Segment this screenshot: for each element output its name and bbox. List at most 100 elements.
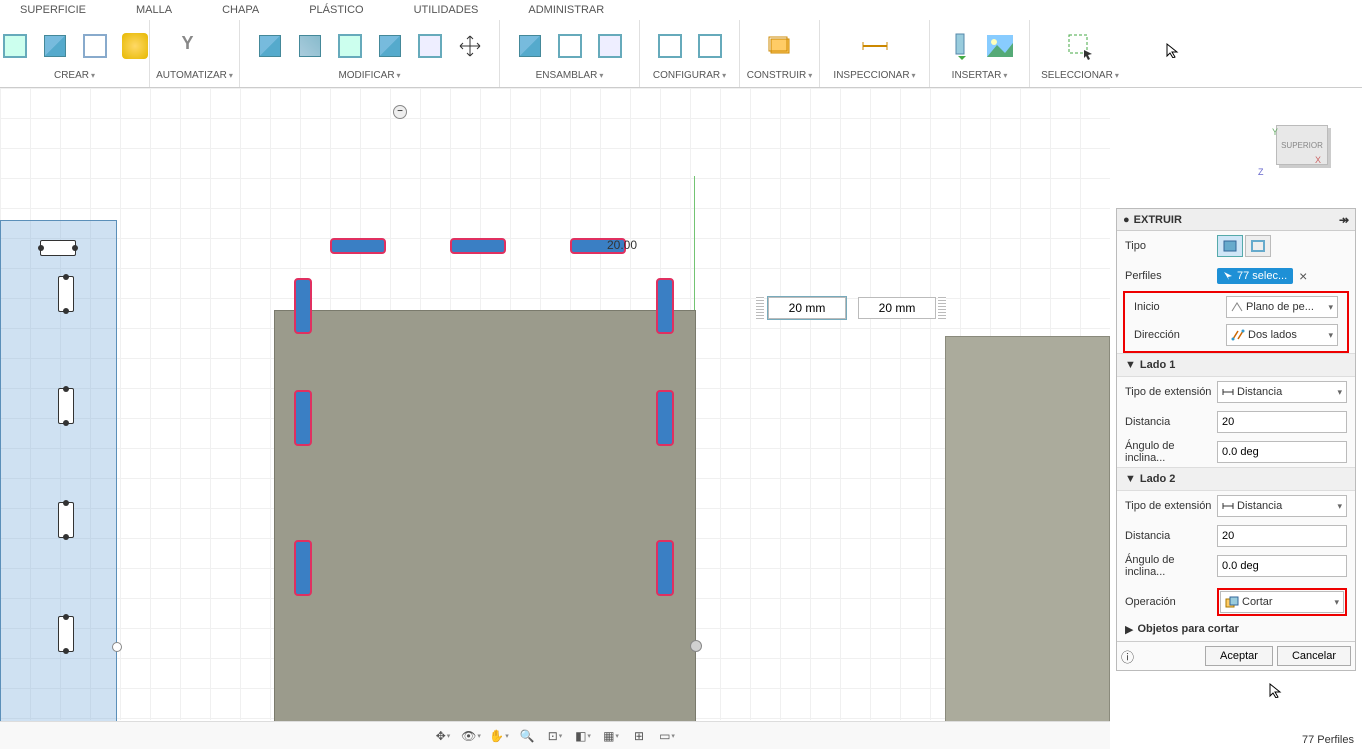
nav-zoom-icon[interactable]: 🔍 bbox=[514, 725, 540, 747]
automate-icon[interactable] bbox=[177, 28, 213, 64]
distance-2-input[interactable] bbox=[1217, 525, 1347, 547]
cursor-icon bbox=[1268, 682, 1284, 698]
config-icon[interactable] bbox=[652, 28, 688, 64]
extrude-panel: ● EXTRUIR ↠ Tipo Perfiles 77 selec... × … bbox=[1116, 208, 1356, 671]
view-cube[interactable]: Y X Z SUPERIOR bbox=[1272, 125, 1332, 177]
section-lado1[interactable]: ▼Lado 1 bbox=[1117, 353, 1355, 377]
group-crear[interactable]: CREAR bbox=[54, 70, 95, 81]
group-construir[interactable]: CONSTRUIR bbox=[747, 70, 812, 81]
shell-icon[interactable] bbox=[332, 28, 368, 64]
tab-malla[interactable]: MALLA bbox=[136, 4, 172, 16]
fillet-icon[interactable] bbox=[292, 28, 328, 64]
align-icon[interactable] bbox=[412, 28, 448, 64]
label-operacion: Operación bbox=[1125, 596, 1217, 608]
right-body[interactable] bbox=[945, 336, 1110, 727]
config-table-icon[interactable] bbox=[692, 28, 728, 64]
dim-grip[interactable] bbox=[756, 297, 764, 319]
distance-1-input[interactable] bbox=[1217, 411, 1347, 433]
group-configurar[interactable]: CONFIGURAR bbox=[653, 70, 726, 81]
create-form-icon[interactable] bbox=[77, 28, 113, 64]
nav-display-icon[interactable]: ◧ bbox=[570, 725, 596, 747]
browser-collapse-button[interactable]: − bbox=[393, 105, 407, 119]
dimension-input-1[interactable]: 20 mm bbox=[768, 297, 846, 319]
create-sculpt-icon[interactable] bbox=[117, 28, 153, 64]
label-tipoext2: Tipo de extensión bbox=[1125, 500, 1217, 512]
select-icon[interactable] bbox=[1062, 28, 1098, 64]
group-inspeccionar[interactable]: INSPECCIONAR bbox=[833, 70, 915, 81]
accept-button[interactable]: Aceptar bbox=[1205, 646, 1273, 666]
move-icon[interactable] bbox=[452, 28, 488, 64]
tab-plastico[interactable]: PLÁSTICO bbox=[309, 4, 363, 16]
measure-icon[interactable] bbox=[857, 28, 893, 64]
selected-profile[interactable] bbox=[656, 390, 674, 446]
nav-fit-icon[interactable]: ⊡ bbox=[542, 725, 568, 747]
group-seleccionar[interactable]: SELECCIONAR bbox=[1041, 70, 1119, 81]
canvas[interactable]: − 20.00 20 mm 20 mm bbox=[0, 88, 1110, 720]
sketch-slot[interactable] bbox=[58, 388, 74, 424]
nav-orbit-icon[interactable]: ✥ bbox=[430, 725, 456, 747]
extent-type-2-select[interactable]: Distancia bbox=[1217, 495, 1347, 517]
distance-icon bbox=[1222, 501, 1234, 511]
tab-administrar[interactable]: ADMINISTRAR bbox=[528, 4, 604, 16]
taper-1-input[interactable] bbox=[1217, 441, 1347, 463]
sketch-slot[interactable] bbox=[58, 502, 74, 538]
group-ensamblar[interactable]: ENSAMBLAR bbox=[536, 70, 604, 81]
assemble-rigid-icon[interactable] bbox=[552, 28, 588, 64]
assemble-joint-icon[interactable] bbox=[512, 28, 548, 64]
group-insertar[interactable]: INSERTAR bbox=[952, 70, 1008, 81]
section-objetos[interactable]: ▶Objetos para cortar bbox=[1117, 617, 1355, 641]
sketch-slot[interactable] bbox=[58, 616, 74, 652]
tab-utilidades[interactable]: UTILIDADES bbox=[414, 4, 479, 16]
info-icon[interactable]: ⓘ bbox=[1121, 647, 1134, 666]
selected-profile[interactable] bbox=[330, 238, 386, 254]
create-box-icon[interactable] bbox=[0, 28, 33, 64]
create-cylinder-icon[interactable] bbox=[37, 28, 73, 64]
dimension-input-2[interactable]: 20 mm bbox=[858, 297, 936, 319]
dim-grip[interactable] bbox=[938, 297, 946, 319]
profiles-chip[interactable]: 77 selec... bbox=[1217, 268, 1293, 284]
inicio-select[interactable]: Plano de pe... bbox=[1226, 296, 1338, 318]
section-lado2[interactable]: ▼Lado 2 bbox=[1117, 467, 1355, 491]
selected-profile[interactable] bbox=[294, 278, 312, 334]
selected-profile[interactable] bbox=[656, 540, 674, 596]
cancel-button[interactable]: Cancelar bbox=[1277, 646, 1351, 666]
insert-derive-icon[interactable] bbox=[942, 28, 978, 64]
nav-pan-icon[interactable]: ✋ bbox=[486, 725, 512, 747]
axis-y-label: Y bbox=[1272, 127, 1278, 137]
label-distancia2: Distancia bbox=[1125, 530, 1217, 542]
taper-2-input[interactable] bbox=[1217, 555, 1347, 577]
type-solid-button[interactable] bbox=[1217, 235, 1243, 257]
press-pull-icon[interactable] bbox=[252, 28, 288, 64]
tab-superficie[interactable]: SUPERFICIE bbox=[20, 4, 86, 16]
profiles-clear-button[interactable]: × bbox=[1299, 268, 1307, 284]
extent-type-1-select[interactable]: Distancia bbox=[1217, 381, 1347, 403]
selected-profile[interactable] bbox=[294, 390, 312, 446]
construct-plane-icon[interactable] bbox=[762, 28, 798, 64]
selected-profile[interactable] bbox=[294, 540, 312, 596]
sketch-slot[interactable] bbox=[58, 276, 74, 312]
nav-snap-icon[interactable]: ⊞ bbox=[626, 725, 652, 747]
type-thin-button[interactable] bbox=[1245, 235, 1271, 257]
axis-z-label: Z bbox=[1258, 167, 1264, 177]
combine-icon[interactable] bbox=[372, 28, 408, 64]
tab-chapa[interactable]: CHAPA bbox=[222, 4, 259, 16]
collapse-icon[interactable]: ● bbox=[1123, 214, 1130, 226]
direccion-select[interactable]: Dos lados bbox=[1226, 324, 1338, 346]
operation-select[interactable]: Cortar bbox=[1220, 591, 1344, 613]
panel-header[interactable]: ● EXTRUIR ↠ bbox=[1117, 209, 1355, 231]
menu-tabs: SUPERFICIE MALLA CHAPA PLÁSTICO UTILIDAD… bbox=[0, 0, 1362, 20]
label-distancia1: Distancia bbox=[1125, 416, 1217, 428]
group-modificar[interactable]: MODIFICAR bbox=[338, 70, 400, 81]
pin-icon[interactable]: ↠ bbox=[1339, 213, 1349, 227]
nav-grid-icon[interactable]: ▦ bbox=[598, 725, 624, 747]
insert-image-icon[interactable] bbox=[982, 28, 1018, 64]
nav-viewport-icon[interactable]: ▭ bbox=[654, 725, 680, 747]
sketch-slot[interactable] bbox=[40, 240, 76, 256]
center-marker[interactable] bbox=[690, 640, 702, 652]
selected-profile[interactable] bbox=[656, 278, 674, 334]
group-automatizar[interactable]: AUTOMATIZAR bbox=[156, 70, 233, 81]
selected-profile[interactable] bbox=[450, 238, 506, 254]
center-body[interactable] bbox=[274, 310, 696, 731]
assemble-motion-icon[interactable] bbox=[592, 28, 628, 64]
nav-look-icon[interactable]: 👁 bbox=[458, 725, 484, 747]
